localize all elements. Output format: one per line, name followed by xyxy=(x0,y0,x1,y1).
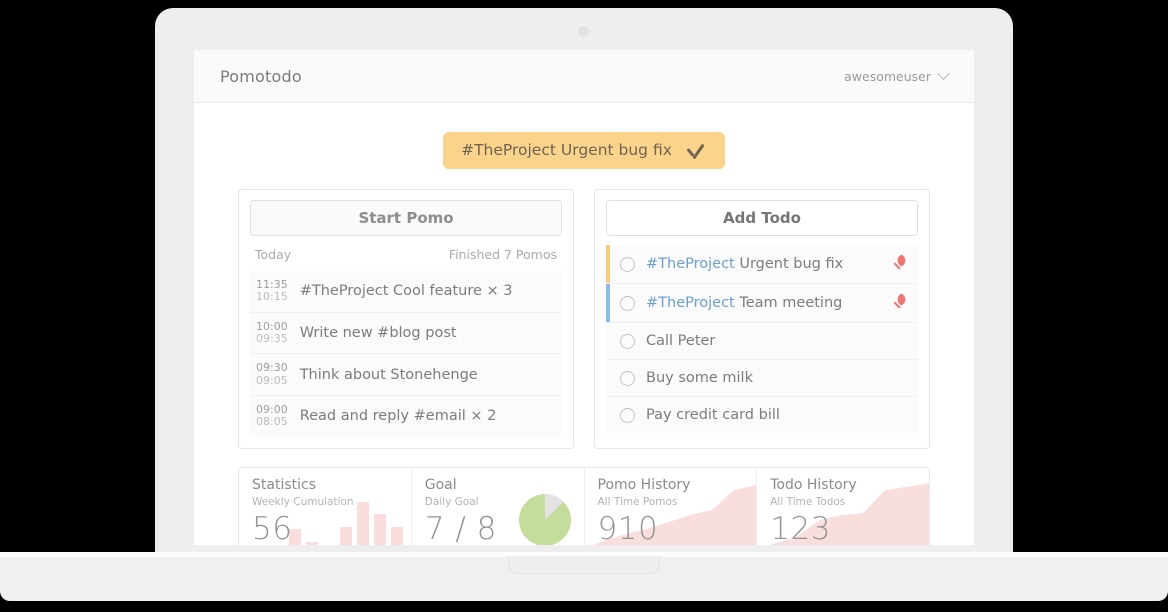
page-title: Pomotodo xyxy=(220,66,302,86)
stat-value: 7 / 8 xyxy=(424,510,497,545)
stat-card-statistics[interactable]: Statistics Weekly Cumulation 56 xyxy=(239,468,411,545)
main-columns: Start Pomo Today Finished 7 Pomos 11:35 1… xyxy=(194,169,974,449)
statistics-strip: Statistics Weekly Cumulation 56 Goal Dai… xyxy=(238,466,930,545)
todo-row[interactable]: #TheProject Urgent bug fix xyxy=(606,245,918,283)
today-label: Today xyxy=(255,247,292,262)
todo-label: Call Peter xyxy=(646,333,716,349)
stat-value: 123 xyxy=(770,510,831,545)
pomo-title: Write new #blog post xyxy=(299,324,457,341)
user-menu[interactable]: awesomeuser xyxy=(844,66,950,84)
current-task-banner[interactable]: #TheProject Urgent bug fix xyxy=(443,132,725,169)
todo-checkbox[interactable] xyxy=(620,256,635,272)
stat-subtitle: Daily Goal xyxy=(424,495,479,508)
todo-list: #TheProject Urgent bug fix #TheProject Te… xyxy=(606,245,918,433)
todo-checkbox[interactable] xyxy=(620,295,635,311)
todo-checkbox[interactable] xyxy=(620,333,635,349)
todo-row[interactable]: Call Peter xyxy=(606,322,918,359)
todo-checkbox[interactable] xyxy=(620,407,635,423)
pomo-start-time: 08:05 xyxy=(256,415,288,429)
pomo-list-meta: Today Finished 7 Pomos xyxy=(250,236,562,271)
todo-color-bar xyxy=(606,284,610,322)
pomo-time-range: 11:35 10:15 xyxy=(256,278,288,304)
stat-title: Pomo History xyxy=(597,476,691,493)
todo-panel: #TheProject Urgent bug fix #TheProject Te… xyxy=(594,189,930,449)
check-icon[interactable] xyxy=(685,142,707,158)
stat-subtitle: All Time Todos xyxy=(770,495,846,508)
pomo-row[interactable]: 11:35 10:15 #TheProject Cool feature × 3 xyxy=(250,271,562,312)
todo-checkbox[interactable] xyxy=(620,370,635,386)
app-header: Pomotodo awesomeuser xyxy=(194,50,974,103)
webcam-icon xyxy=(578,26,589,37)
stat-card-goal[interactable]: Goal Daily Goal 7 / 8 xyxy=(410,467,584,545)
todo-label: Buy some milk xyxy=(646,370,753,386)
stat-value: 910 xyxy=(597,510,659,545)
pomo-row[interactable]: 09:00 08:05 Read and reply #email × 2 xyxy=(250,394,562,437)
current-task-label: #TheProject Urgent bug fix xyxy=(461,141,672,159)
stat-card-pomo-history[interactable]: Pomo History All Time Pomos 910 xyxy=(583,467,757,545)
finished-pomos-label: Finished 7 Pomos xyxy=(448,247,557,262)
todo-label: #TheProject Team meeting xyxy=(646,295,843,311)
stat-title: Statistics xyxy=(252,476,316,493)
todo-label: Pay credit card bill xyxy=(646,407,780,423)
laptop-frame: Pomotodo awesomeuser #TheProject Urgent … xyxy=(0,0,1168,612)
pomo-time-range: 09:30 09:05 xyxy=(256,361,288,387)
pomo-row[interactable]: 09:30 09:05 Think about Stonehenge xyxy=(250,353,562,395)
pomo-title: #TheProject Cool feature × 3 xyxy=(299,283,513,300)
pomo-title: Read and reply #email × 2 xyxy=(299,408,497,425)
pomo-list: 11:35 10:15 #TheProject Cool feature × 3 10… xyxy=(250,271,562,437)
banner-row: #TheProject Urgent bug fix xyxy=(194,103,974,169)
stat-value: 56 xyxy=(252,510,293,545)
pomo-end-time: 09:30 xyxy=(256,361,288,375)
stat-subtitle: All Time Pomos xyxy=(597,495,678,508)
pomo-start-time: 10:15 xyxy=(256,290,288,304)
todo-tag[interactable]: #TheProject xyxy=(646,256,735,272)
stat-card-todo-history[interactable]: Todo History All Time Todos 123 xyxy=(756,467,929,545)
todo-row[interactable]: Pay credit card bill xyxy=(606,396,918,433)
stat-title: Todo History xyxy=(770,476,857,493)
pomo-start-time: 09:05 xyxy=(256,373,288,387)
pomo-time-range: 09:00 08:05 xyxy=(256,403,288,429)
pomo-title: Think about Stonehenge xyxy=(299,366,478,383)
app-screen: Pomotodo awesomeuser #TheProject Urgent … xyxy=(194,50,974,545)
chevron-down-icon xyxy=(937,66,950,80)
stat-subtitle: Weekly Cumulation xyxy=(252,495,354,508)
todo-row[interactable]: #TheProject Team meeting xyxy=(606,283,918,322)
pin-icon[interactable] xyxy=(892,255,910,273)
pomo-panel: Start Pomo Today Finished 7 Pomos 11:35 1… xyxy=(238,189,574,449)
todo-tag[interactable]: #TheProject xyxy=(646,295,735,311)
todo-color-bar xyxy=(606,245,610,283)
todo-row[interactable]: Buy some milk xyxy=(606,359,918,396)
pomo-start-time: 09:35 xyxy=(256,331,288,345)
pomo-time-range: 10:00 09:35 xyxy=(256,320,288,346)
start-pomo-button[interactable]: Start Pomo xyxy=(250,200,562,236)
user-menu-label: awesomeuser xyxy=(844,68,931,84)
pomo-row[interactable]: 10:00 09:35 Write new #blog post xyxy=(250,311,562,354)
add-todo-input[interactable] xyxy=(606,200,918,236)
todo-label: #TheProject Urgent bug fix xyxy=(646,256,844,272)
laptop-trackpad-notch xyxy=(508,556,660,574)
stat-title: Goal xyxy=(424,476,457,493)
pin-icon[interactable] xyxy=(892,294,910,312)
